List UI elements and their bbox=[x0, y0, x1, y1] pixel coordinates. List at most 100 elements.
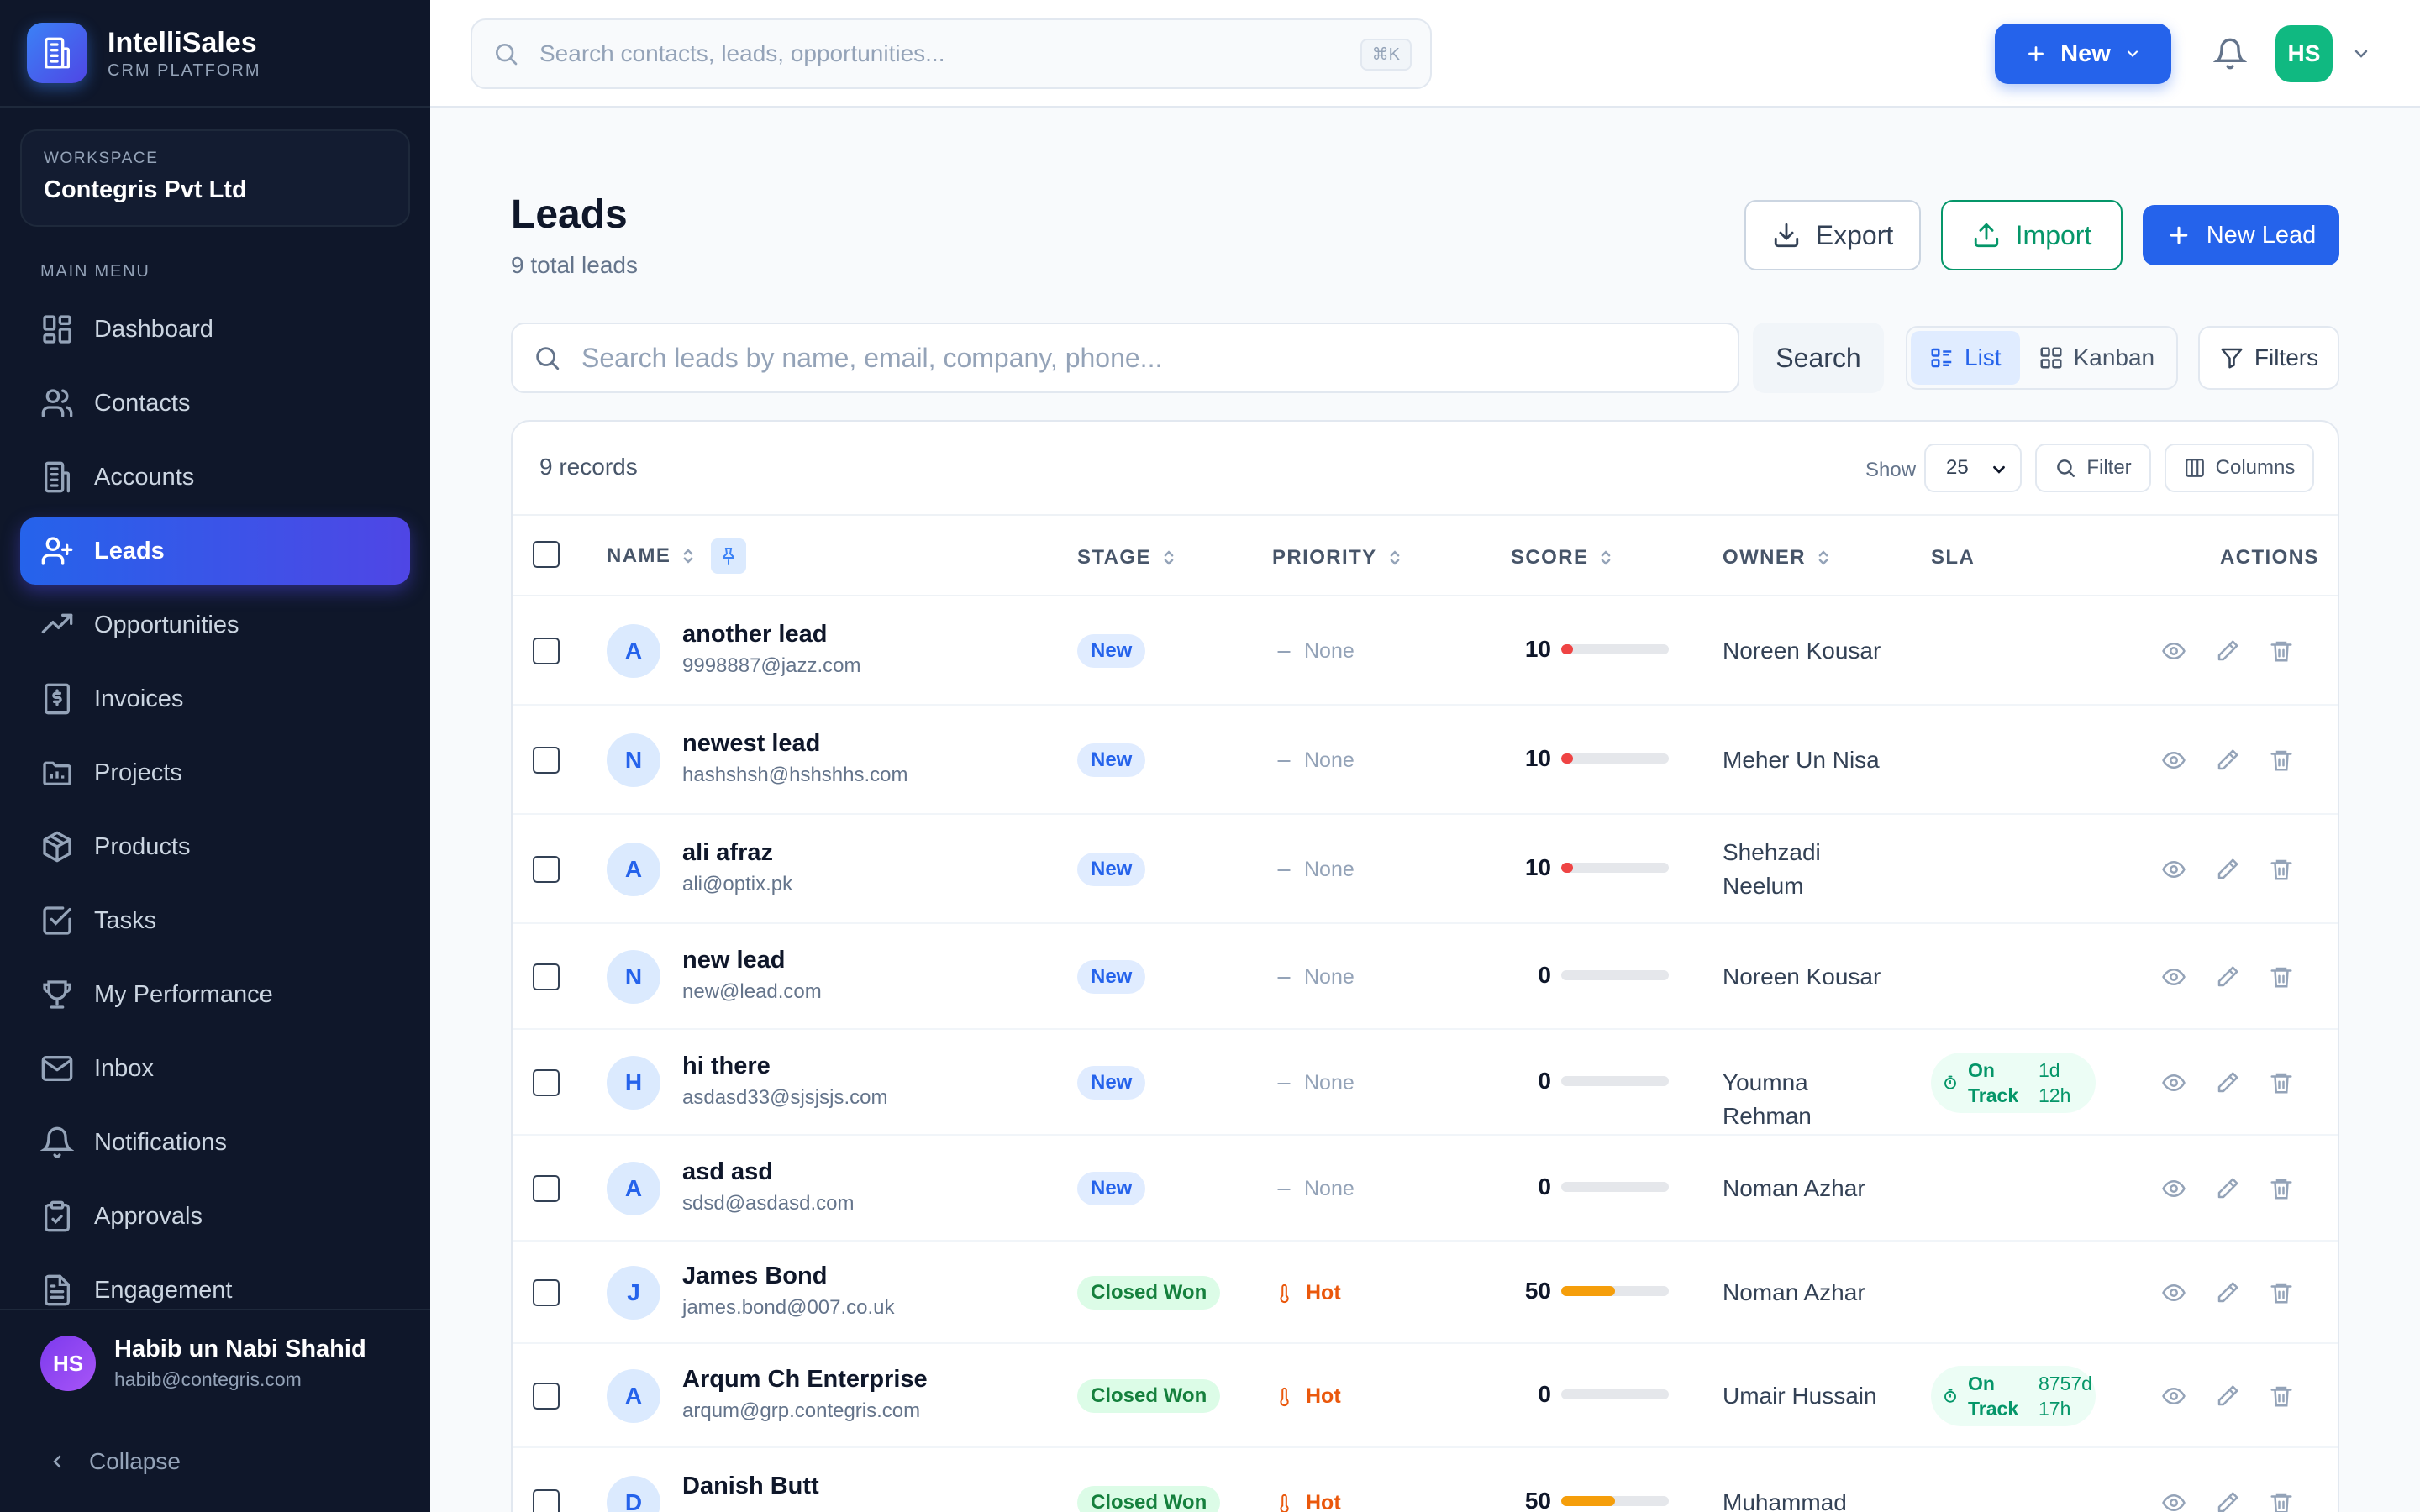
row-checkbox[interactable] bbox=[533, 963, 560, 990]
pencil-icon[interactable] bbox=[2215, 964, 2240, 990]
row-checkbox[interactable] bbox=[533, 1279, 560, 1306]
pencil-icon[interactable] bbox=[2215, 1280, 2240, 1305]
pencil-icon[interactable] bbox=[2215, 638, 2240, 664]
export-button[interactable]: Export bbox=[1744, 200, 1921, 270]
filters-button[interactable]: Filters bbox=[2198, 326, 2339, 390]
row-checkbox[interactable] bbox=[533, 856, 560, 883]
column-header-owner[interactable]: OWNER bbox=[1723, 546, 1831, 570]
current-user[interactable]: HS Habib un Nabi Shahid habib@contegris.… bbox=[40, 1336, 366, 1391]
sidebar-item-accounts[interactable]: Accounts bbox=[20, 444, 410, 511]
sidebar-item-inbox[interactable]: Inbox bbox=[20, 1035, 410, 1102]
row-checkbox[interactable] bbox=[533, 1175, 560, 1202]
lead-name-link[interactable]: another lead bbox=[682, 621, 827, 648]
column-header-stage[interactable]: STAGE bbox=[1077, 546, 1176, 570]
column-header-priority[interactable]: PRIORITY bbox=[1272, 546, 1402, 570]
row-checkbox[interactable] bbox=[533, 1383, 560, 1410]
eye-icon[interactable] bbox=[2161, 638, 2186, 664]
trash-icon[interactable] bbox=[2269, 1176, 2294, 1201]
lead-search-input[interactable]: Search leads by name, email, company, ph… bbox=[511, 323, 1739, 393]
sidebar-item-leads[interactable]: Leads bbox=[20, 517, 410, 585]
eye-icon[interactable] bbox=[2161, 1176, 2186, 1201]
pencil-icon[interactable] bbox=[2215, 1490, 2240, 1512]
pencil-icon[interactable] bbox=[2215, 1070, 2240, 1095]
lead-name-link[interactable]: new lead bbox=[682, 947, 786, 974]
collapse-button[interactable]: Collapse bbox=[47, 1448, 181, 1475]
global-search-input[interactable]: Search contacts, leads, opportunities...… bbox=[471, 18, 1432, 89]
sidebar-item-invoices[interactable]: Invoices bbox=[20, 665, 410, 732]
lead-name-link[interactable]: newest lead bbox=[682, 730, 820, 758]
eye-icon[interactable] bbox=[2161, 1383, 2186, 1409]
pencil-icon[interactable] bbox=[2215, 1176, 2240, 1201]
sidebar-item-products[interactable]: Products bbox=[20, 813, 410, 880]
page-size-select[interactable]: 25 bbox=[1924, 444, 2022, 492]
columns-button[interactable]: Columns bbox=[2165, 444, 2314, 492]
table-row[interactable]: Aali afraz ali@optix.pk New None 10 Shehzadi … bbox=[513, 815, 2338, 924]
trending-up-icon bbox=[41, 613, 73, 633]
sidebar-item-projects[interactable]: Projects bbox=[20, 739, 410, 806]
eye-icon[interactable] bbox=[2161, 857, 2186, 882]
avatar[interactable]: HS bbox=[2275, 25, 2333, 82]
trash-icon[interactable] bbox=[2269, 1490, 2294, 1512]
new-button[interactable]: New bbox=[1995, 24, 2171, 84]
trash-icon[interactable] bbox=[2269, 638, 2294, 664]
pencil-icon[interactable] bbox=[2215, 1383, 2240, 1409]
view-list-button[interactable]: List bbox=[1911, 331, 2020, 385]
new-lead-button[interactable]: New Lead bbox=[2143, 205, 2339, 265]
sla-status: On Track bbox=[1968, 1059, 2019, 1106]
lead-name-link[interactable]: James Bond bbox=[682, 1263, 827, 1290]
sidebar-item-dashboard[interactable]: Dashboard bbox=[20, 296, 410, 363]
eye-icon[interactable] bbox=[2161, 964, 2186, 990]
sidebar-item-my-performance[interactable]: My Performance bbox=[20, 961, 410, 1028]
table-row[interactable]: Aasd asd sdsd@asdasd.com New None 0 Noman Azh… bbox=[513, 1136, 2338, 1242]
table-row[interactable]: Aanother lead 9998887@jazz.com New None 10 No… bbox=[513, 596, 2338, 706]
column-header-score[interactable]: SCORE bbox=[1511, 546, 1613, 570]
notifications-button[interactable] bbox=[2213, 37, 2247, 71]
column-header-name[interactable]: NAME bbox=[607, 538, 747, 574]
workspace-switcher[interactable]: WORKSPACE Contegris Pvt Ltd bbox=[20, 129, 410, 227]
trash-icon[interactable] bbox=[2269, 1383, 2294, 1409]
trash-icon[interactable] bbox=[2269, 1070, 2294, 1095]
eye-icon[interactable] bbox=[2161, 748, 2186, 773]
pencil-icon[interactable] bbox=[2215, 748, 2240, 773]
user-menu-button[interactable] bbox=[2351, 44, 2371, 64]
eye-icon[interactable] bbox=[2161, 1490, 2186, 1512]
column-header-sla: SLA bbox=[1931, 546, 1975, 570]
lead-name-link[interactable]: Danish Butt bbox=[682, 1473, 819, 1500]
table-filter-button[interactable]: Filter bbox=[2035, 444, 2151, 492]
trash-icon[interactable] bbox=[2269, 964, 2294, 990]
view-kanban-button[interactable]: Kanban bbox=[2020, 331, 2174, 385]
priority-indicator: None bbox=[1276, 1177, 1355, 1201]
sidebar-item-opportunities[interactable]: Opportunities bbox=[20, 591, 410, 659]
select-all-checkbox[interactable] bbox=[533, 541, 560, 568]
pencil-icon[interactable] bbox=[2215, 857, 2240, 882]
stage-badge: New bbox=[1077, 634, 1146, 668]
pin-column-button[interactable] bbox=[711, 538, 747, 574]
row-checkbox[interactable] bbox=[533, 1069, 560, 1096]
table-row[interactable]: Hhi there asdasd33@sjsjsjs.com New None 0 You… bbox=[513, 1030, 2338, 1136]
sidebar-item-tasks[interactable]: Tasks bbox=[20, 887, 410, 954]
row-checkbox[interactable] bbox=[533, 1489, 560, 1512]
lead-name-link[interactable]: hi there bbox=[682, 1053, 771, 1080]
sidebar-item-contacts[interactable]: Contacts bbox=[20, 370, 410, 437]
row-checkbox[interactable] bbox=[533, 638, 560, 664]
trash-icon[interactable] bbox=[2269, 748, 2294, 773]
row-checkbox[interactable] bbox=[533, 747, 560, 774]
lead-name-link[interactable]: asd asd bbox=[682, 1158, 773, 1186]
import-button[interactable]: Import bbox=[1941, 200, 2123, 270]
trash-icon[interactable] bbox=[2269, 1280, 2294, 1305]
sidebar-item-approvals[interactable]: Approvals bbox=[20, 1183, 410, 1250]
table-row[interactable]: Nnew lead new@lead.com New None 0 Noreen Kous… bbox=[513, 924, 2338, 1030]
lead-name-link[interactable]: ali afraz bbox=[682, 839, 773, 867]
table-row[interactable]: Nnewest lead hashshsh@hshshhs.com New None 1… bbox=[513, 706, 2338, 815]
table-row[interactable]: A Arqum Ch Enterprise arqum@grp.contegris.… bbox=[513, 1344, 2338, 1448]
sidebar-item-notifications[interactable]: Notifications bbox=[20, 1109, 410, 1176]
table-row[interactable]: J James Bond james.bond@007.co.uk Closed Wo… bbox=[513, 1242, 2338, 1344]
search-button[interactable]: Search bbox=[1753, 323, 1884, 393]
eye-icon[interactable] bbox=[2161, 1070, 2186, 1095]
sort-icon bbox=[683, 549, 693, 564]
priority-indicator: Hot bbox=[1276, 1491, 1341, 1512]
table-row[interactable]: D Danish Butt Closed Won Hot 50 Muhammad Talh… bbox=[513, 1448, 2338, 1512]
lead-name-link[interactable]: Arqum Ch Enterprise bbox=[682, 1366, 928, 1394]
trash-icon[interactable] bbox=[2269, 857, 2294, 882]
eye-icon[interactable] bbox=[2161, 1280, 2186, 1305]
